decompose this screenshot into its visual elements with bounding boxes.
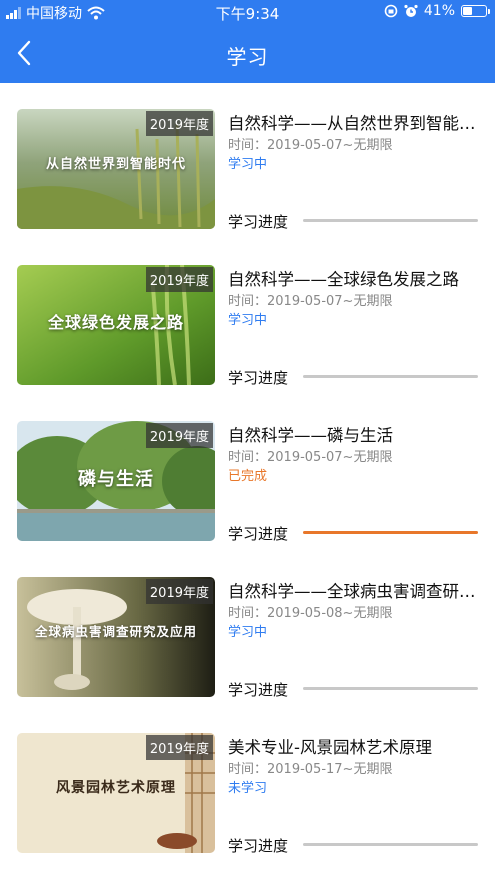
course-title[interactable]: 自然科学——从自然世界到智能时代 [228,110,478,134]
course-item[interactable]: 2019年度 从自然世界到智能时代 自然科学——从自然世界到智能时代 时间：20… [0,83,495,239]
course-time: 时间：2019-05-07~无期限 [228,450,393,465]
thumbnail-caption: 从自然世界到智能时代 [45,157,186,172]
thumbnail-caption: 全球绿色发展之路 [47,313,184,332]
course-title[interactable]: 自然科学——全球绿色发展之路 [228,266,478,290]
thumbnail-caption: 磷与生活 [78,469,154,490]
progress-bar [303,375,478,378]
year-badge: 2019年度 [145,267,213,292]
thumbnail-caption: 风景园林艺术原理 [56,780,176,796]
thumbnail-caption: 全球病虫害调查研究及应用 [34,624,197,639]
course-thumbnail[interactable]: 2019年度 从自然世界到智能时代 [17,109,215,229]
course-item[interactable]: 2019年度 全球病虫害调查研究及应用 自然科学——全球病虫害调查研究及应用 时… [0,551,495,707]
course-status: 已完成 [228,469,268,484]
year-badge: 2019年度 [145,579,213,604]
rotation-lock-icon [384,4,398,18]
course-thumbnail[interactable]: 2019年度 磷与生活 [17,421,215,541]
course-time: 时间：2019-05-07~无期限 [228,294,393,309]
course-time: 时间：2019-05-08~无期限 [228,606,393,621]
progress-label: 学习进度 [228,681,289,699]
course-title[interactable]: 自然科学——磷与生活 [228,422,478,446]
header: 中国移动 下午9:34 41% 学习 [0,0,495,83]
course-status: 未学习 [228,781,268,796]
course-title[interactable]: 美术专业-风景园林艺术原理 [228,734,478,758]
status-bar: 中国移动 下午9:34 41% [0,0,495,24]
course-status: 学习中 [228,157,268,172]
battery-icon [461,5,490,17]
progress-label: 学习进度 [228,213,289,231]
progress-label: 学习进度 [228,837,289,855]
status-right: 41% [384,3,490,19]
course-item[interactable]: 2019年度 磷与生活 自然科学——磷与生活 时间：2019-05-07~无期限… [0,395,495,551]
course-item[interactable]: 2019年度 全球绿色发展之路 自然科学——全球绿色发展之路 时间：2019-0… [0,239,495,395]
course-thumbnail[interactable]: 2019年度 全球绿色发展之路 [17,265,215,385]
year-badge: 2019年度 [145,111,213,136]
course-item[interactable]: 2019年度 风景园林艺术原理 美术专业-风景园林艺术原理 时间：2019-05… [0,707,495,863]
progress-fill [303,531,478,534]
course-time: 时间：2019-05-17~无期限 [228,762,393,777]
course-thumbnail[interactable]: 2019年度 全球病虫害调查研究及应用 [17,577,215,697]
battery-percent: 41% [423,3,455,19]
progress-label: 学习进度 [228,525,289,543]
progress-label: 学习进度 [228,369,289,387]
progress-bar [303,687,478,690]
progress-bar [303,843,478,846]
nav-bar: 学习 [0,24,495,83]
year-badge: 2019年度 [145,423,213,448]
battery-level [463,7,472,15]
course-thumbnail[interactable]: 2019年度 风景园林艺术原理 [17,733,215,853]
progress-bar [303,531,478,534]
course-title[interactable]: 自然科学——全球病虫害调查研究及应用 [228,578,478,602]
year-badge: 2019年度 [145,735,213,760]
alarm-icon [404,4,418,17]
course-status: 学习中 [228,313,268,328]
course-time: 时间：2019-05-07~无期限 [228,138,393,153]
progress-bar [303,219,478,222]
course-status: 学习中 [228,625,268,640]
page-title: 学习 [226,45,269,69]
